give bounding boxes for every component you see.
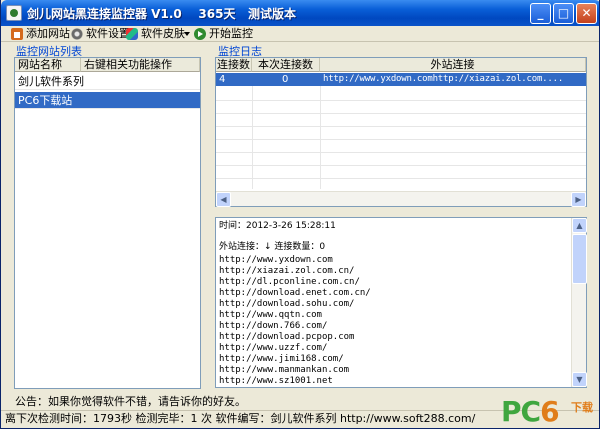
title-bar[interactable]: 剑儿网站黑连接监控器 V1.0 365天 测试版本 _ □ ✕ — [1, 0, 599, 26]
app-window: 剑儿网站黑连接监控器 V1.0 365天 测试版本 _ □ ✕ 添加网站 软件设… — [0, 0, 600, 429]
toolbar: 添加网站 软件设置 软件皮肤 开始监控 — [1, 26, 599, 42]
grid-divider — [252, 73, 253, 189]
play-icon — [194, 28, 206, 40]
add-site-label: 添加网站 — [26, 27, 70, 40]
log-url: http://www.manmankan.com — [219, 365, 350, 375]
log-header-count[interactable]: 连接数 — [216, 58, 252, 72]
skin-button[interactable]: 软件皮肤 — [126, 26, 192, 42]
window-title: 剑儿网站黑连接监控器 V1.0 365天 测试版本 — [27, 7, 297, 21]
log-url: http://www.uzzf.com/ — [219, 343, 328, 353]
pc6-logo: PC6 下载 — [501, 395, 599, 428]
maximize-button[interactable]: □ — [553, 3, 574, 24]
logo-subtext: 下载 — [571, 401, 593, 414]
log-url: http://www.qqtn.com — [219, 310, 322, 320]
log-url: http://download.sohu.com/ — [219, 299, 355, 309]
log-text: 时间：2012-3-26 15:28:11 外站连接：↓ 连接数量：0 http… — [219, 221, 371, 397]
log-url: http://download.enet.com.cn/ — [219, 288, 371, 298]
list-item[interactable]: 剑儿软件系列 — [15, 73, 200, 90]
palette-icon — [126, 28, 138, 40]
log-text-area[interactable]: 时间：2012-3-26 15:28:11 外站连接：↓ 连接数量：0 http… — [215, 217, 587, 388]
scroll-right-icon[interactable]: ▶ — [571, 192, 586, 207]
log-url: http://download.pcpop.com — [219, 332, 355, 342]
log-table[interactable]: 连接数 本次连接数 外站连接 4 0 http://www.yxdown.com… — [215, 57, 587, 207]
logo-text: PC6 — [501, 395, 560, 428]
vertical-scrollbar[interactable]: ▲ ▼ — [571, 218, 587, 387]
grid-line — [216, 100, 586, 101]
log-time: 时间：2012-3-26 15:28:11 — [219, 221, 336, 231]
chevron-down-icon — [184, 32, 190, 36]
list-item[interactable]: PC6下载站 — [15, 92, 200, 109]
log-url: http://www.yxdown.com — [219, 255, 333, 265]
grid-line — [216, 165, 586, 166]
cell-links: http://www.yxdown.comhttp://xiazai.zol.c… — [323, 74, 564, 84]
grid-line — [216, 152, 586, 153]
settings-label: 软件设置 — [86, 27, 130, 40]
grid-line — [216, 178, 586, 179]
cell-this-count: 0 — [282, 74, 289, 85]
close-button[interactable]: ✕ — [576, 3, 597, 24]
log-url: http://www.sz1001.net — [219, 376, 333, 386]
start-monitor-label: 开始监控 — [209, 27, 253, 40]
grid-line — [216, 113, 586, 114]
skin-label: 软件皮肤 — [141, 27, 185, 40]
gear-icon — [71, 28, 83, 40]
site-list-header-actions[interactable]: 右键相关功能操作 — [81, 58, 200, 72]
start-monitor-button[interactable]: 开始监控 — [194, 26, 254, 42]
horizontal-scrollbar[interactable]: ◀ ▶ — [216, 191, 586, 207]
scroll-down-icon[interactable]: ▼ — [572, 372, 587, 387]
grid-line — [216, 139, 586, 140]
log-url: http://www.jimi168.com/ — [219, 354, 344, 364]
scroll-up-icon[interactable]: ▲ — [572, 218, 587, 233]
home-icon — [11, 28, 23, 40]
scroll-left-icon[interactable]: ◀ — [216, 192, 231, 207]
cell-count: 4 — [219, 74, 226, 85]
grid-divider — [320, 73, 321, 189]
notice-text: 公告：如果你觉得软件不错，请告诉你的好友。 — [15, 395, 246, 408]
site-list[interactable]: 网站名称 右键相关功能操作 剑儿软件系列 PC6下载站 — [14, 57, 201, 389]
site-list-header-name[interactable]: 网站名称 — [15, 58, 81, 72]
log-url: http://dl.pconline.com.cn/ — [219, 277, 360, 287]
minimize-button[interactable]: _ — [530, 3, 551, 24]
app-icon — [6, 5, 22, 21]
log-summary: 外站连接：↓ 连接数量：0 — [219, 242, 326, 252]
status-text: 离下次检测时间：1793秒 检测完毕：1 次 软件编写：剑儿软件系列 http:… — [5, 412, 476, 425]
grid-line — [216, 126, 586, 127]
log-url: http://xiazai.zol.com.cn/ — [219, 266, 355, 276]
settings-button[interactable]: 软件设置 — [71, 26, 131, 42]
scroll-thumb[interactable] — [572, 234, 587, 284]
log-header-this-count[interactable]: 本次连接数 — [252, 58, 320, 72]
table-row[interactable]: 4 0 http://www.yxdown.comhttp://xiazai.z… — [216, 73, 586, 86]
log-header-links[interactable]: 外站连接 — [320, 58, 586, 72]
log-url: http://down.766.com/ — [219, 321, 328, 331]
